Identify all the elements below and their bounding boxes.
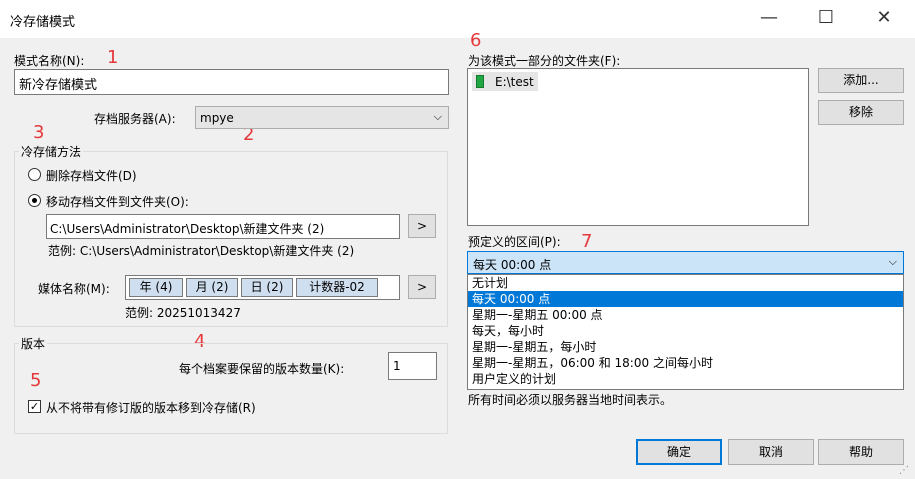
media-token-counter[interactable]: 计数器-02 <box>296 278 378 297</box>
folder-path-input[interactable]: C:\Users\Administrator\Desktop\新建文件夹 (2) <box>46 214 400 239</box>
chevron-down-icon: ⌵ <box>433 110 442 123</box>
archive-server-select[interactable]: mpye ⌵ <box>195 106 449 129</box>
schedule-dropdown-list: 无计划 每天 00:00 点 星期一-星期五 00:00 点 每天，每小时 星期… <box>467 274 904 390</box>
folder-green-icon <box>476 75 484 88</box>
schedule-option[interactable]: 每天，每小时 <box>468 323 903 339</box>
schedule-option[interactable]: 星期一-星期五，每小时 <box>468 339 903 355</box>
folders-label: 为该模式一部分的文件夹(F): <box>468 54 621 68</box>
minimize-button[interactable]: — <box>751 4 787 32</box>
cancel-button[interactable]: 取消 <box>728 439 814 465</box>
media-name-label: 媒体名称(M): <box>38 282 110 296</box>
folder-item[interactable]: E:\test E:\test <box>472 72 538 91</box>
mode-name-label: 模式名称(N): <box>14 54 85 68</box>
close-button[interactable]: ✕ <box>866 4 902 32</box>
keep-versions-label: 每个档案要保留的版本数量(K): <box>179 362 345 376</box>
never-move-checkbox[interactable]: ✓ <box>28 400 41 413</box>
window-title: 冷存储模式 <box>10 15 76 30</box>
media-token-button[interactable]: > <box>408 275 436 299</box>
maximize-button[interactable]: ☐ <box>808 4 844 32</box>
mode-name-input[interactable]: 新冷存储模式 <box>14 69 449 95</box>
media-token-day[interactable]: 日 (2) <box>241 278 293 297</box>
schedule-select[interactable]: 每天 00:00 点 ⌵ <box>467 251 904 274</box>
schedule-option-selected[interactable]: 每天 00:00 点 <box>468 291 903 307</box>
delete-radio[interactable] <box>28 168 41 181</box>
folder-browse-button[interactable]: > <box>408 214 436 238</box>
schedule-note: 所有时间必须以服务器当地时间表示。 <box>468 393 673 407</box>
marker-1: 1 <box>107 47 119 68</box>
marker-3: 3 <box>33 122 45 143</box>
move-radio-label[interactable]: 移动存档文件到文件夹(O): <box>46 193 189 210</box>
resize-grip-icon[interactable]: ⋰ <box>899 465 909 476</box>
add-folder-button[interactable]: 添加... <box>818 68 904 93</box>
media-token-month[interactable]: 月 (2) <box>186 278 238 297</box>
check-icon: ✓ <box>29 400 40 413</box>
help-button[interactable]: 帮助 <box>818 439 904 465</box>
folder-example: 范例: C:\Users\Administrator\Desktop\新建文件夹… <box>48 244 355 258</box>
title-bar: 冷存储模式 — ☐ ✕ <box>0 0 915 38</box>
keep-versions-input[interactable]: 1 <box>388 352 437 380</box>
move-radio[interactable] <box>28 194 41 207</box>
schedule-label: 预定义的区间(P): <box>468 235 561 249</box>
folder-item-label: E:\test <box>495 75 534 89</box>
never-move-label[interactable]: 从不将带有修订版的版本移到冷存储(R) <box>46 399 256 416</box>
folders-list[interactable]: E:\test E:\test <box>467 68 809 226</box>
schedule-option[interactable]: 用户定义的计划 <box>468 371 903 387</box>
method-group-title: 冷存储方法 <box>19 143 84 160</box>
version-group-title: 版本 <box>19 335 48 352</box>
schedule-option[interactable]: 无计划 <box>468 275 903 291</box>
media-token-year[interactable]: 年 (4) <box>129 278 183 297</box>
schedule-option[interactable]: 星期一-星期五，06:00 和 18:00 之间每小时 <box>468 355 903 371</box>
schedule-option[interactable]: 星期一-星期五 00:00 点 <box>468 307 903 323</box>
remove-folder-button[interactable]: 移除 <box>818 100 904 125</box>
archive-server-value: mpye <box>200 111 234 125</box>
chevron-down-icon: ⌵ <box>888 255 897 268</box>
archive-server-label: 存档服务器(A): <box>94 112 176 126</box>
delete-radio-label[interactable]: 删除存档文件(D) <box>46 167 137 184</box>
schedule-selected-value: 每天 00:00 点 <box>473 258 552 272</box>
marker-7: 7 <box>581 231 593 252</box>
marker-6: 6 <box>470 30 482 51</box>
media-name-field[interactable]: 年 (4) 月 (2) 日 (2) 计数器-02 <box>125 275 400 300</box>
media-example: 范例: 20251013427 <box>125 306 241 320</box>
ok-button[interactable]: 确定 <box>636 439 722 465</box>
version-group <box>14 343 448 434</box>
